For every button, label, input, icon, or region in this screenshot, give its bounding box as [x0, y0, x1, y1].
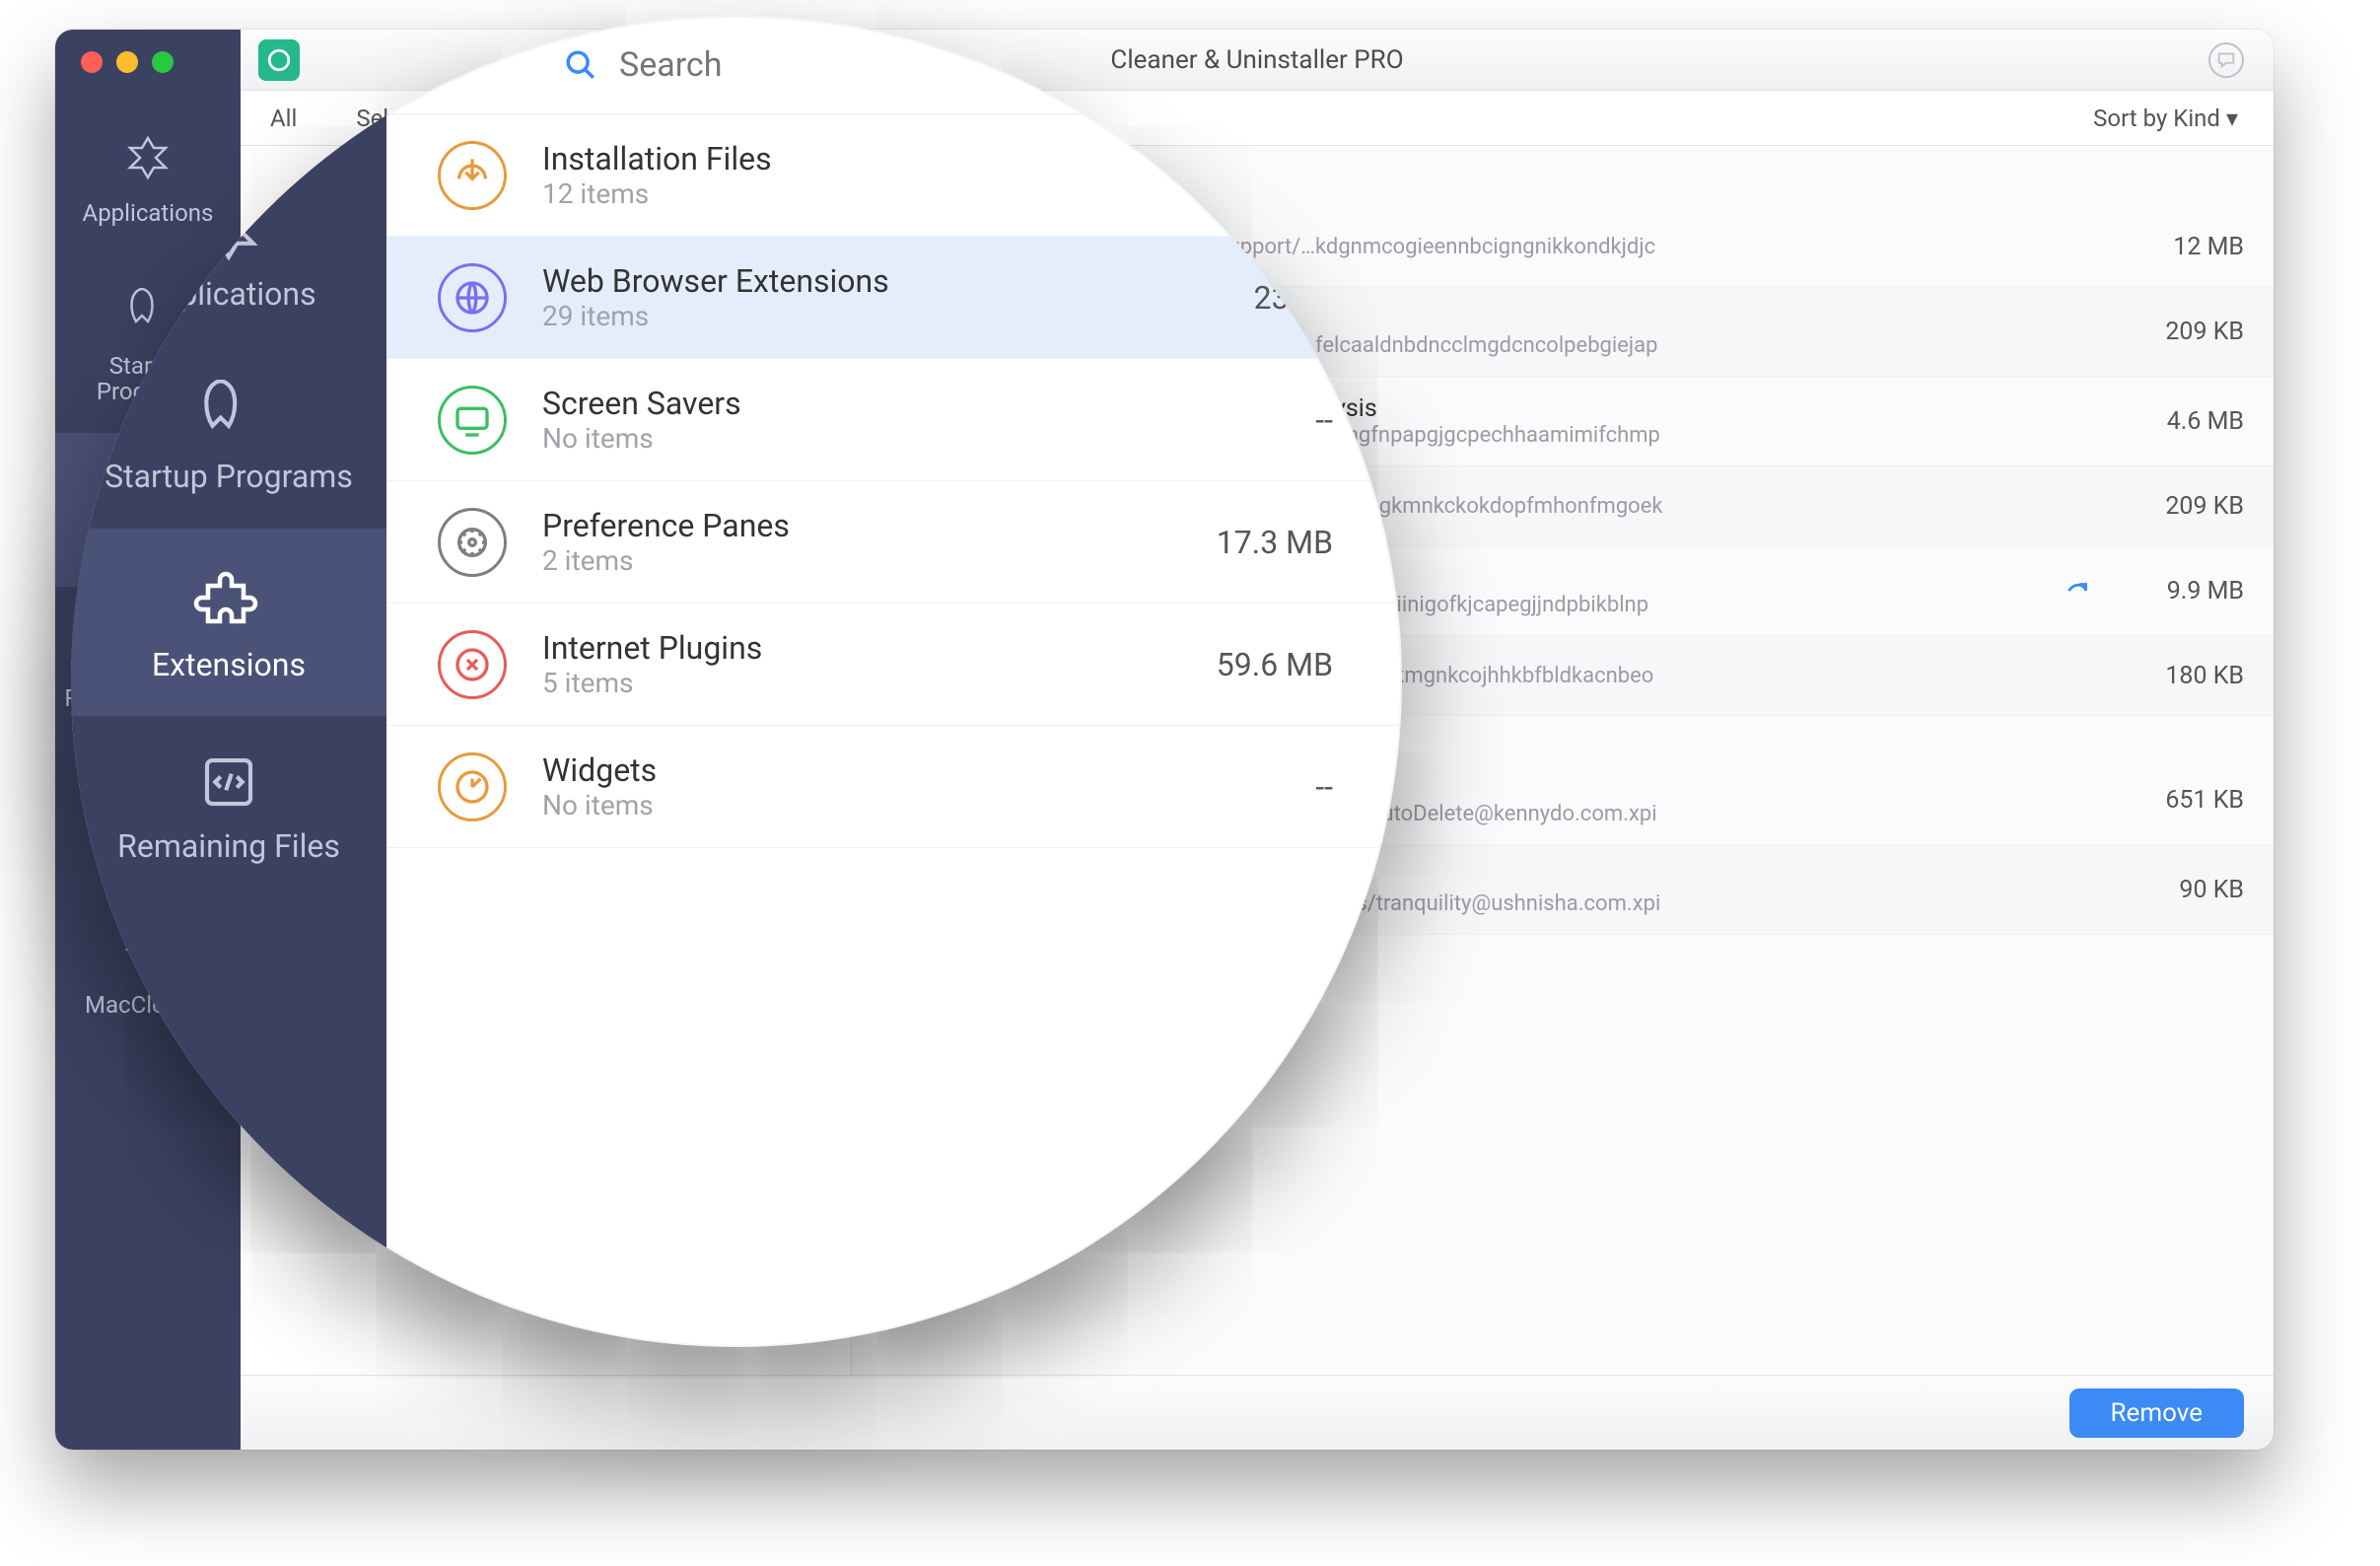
- extension-size: 209 KB: [2116, 492, 2244, 521]
- feedback-icon[interactable]: [2208, 42, 2244, 78]
- search-input[interactable]: [619, 45, 1014, 85]
- category-text: Installation Files 12 items: [542, 140, 1120, 210]
- magnifier-overlay: Applications Startup Programs Extensions…: [71, 16, 1402, 1347]
- sidebar-item-label: Applications: [141, 276, 315, 313]
- magnified-main: Installation Files 12 items Web Browser …: [386, 16, 1402, 1347]
- share-button[interactable]: [2061, 574, 2094, 607]
- category-text: Widgets No items: [542, 751, 1120, 821]
- category-list: Installation Files 12 items Web Browser …: [386, 114, 1402, 1347]
- footer-bar: Remove: [241, 1375, 2274, 1450]
- search-icon: [564, 48, 597, 82]
- category-row[interactable]: Web Browser Extensions 29 items 234.2: [386, 237, 1402, 359]
- chevron-down-icon: ▾: [2226, 105, 2238, 132]
- sidebar-item-startup[interactable]: Startup Programs: [71, 346, 386, 529]
- category-title: Internet Plugins: [542, 629, 1120, 667]
- category-title: Installation Files: [542, 140, 1120, 178]
- category-subtitle: 5 items: [542, 667, 1120, 699]
- category-icon: [438, 386, 507, 455]
- category-size: --: [1155, 401, 1333, 439]
- category-title: Preference Panes: [542, 507, 1120, 544]
- category-icon: [438, 630, 507, 699]
- category-title: Widgets: [542, 751, 1120, 789]
- extension-size: 90 KB: [2116, 876, 2244, 904]
- extension-size: 651 KB: [2116, 786, 2244, 815]
- sort-button[interactable]: Sort by Kind ▾: [2093, 105, 2274, 132]
- category-size: 17.3 MB: [1155, 524, 1333, 561]
- category-icon: [438, 752, 507, 821]
- category-title: Screen Savers: [542, 385, 1120, 422]
- category-size: 59.6 MB: [1155, 646, 1333, 683]
- category-size: 234.2: [1155, 279, 1333, 317]
- extension-size: 209 KB: [2116, 318, 2244, 346]
- extension-size: 12 MB: [2116, 233, 2244, 261]
- category-row[interactable]: Screen Savers No items --: [386, 359, 1402, 481]
- category-row[interactable]: Internet Plugins 5 items 59.6 MB: [386, 604, 1402, 726]
- sidebar-item-remaining[interactable]: Remaining Files: [71, 716, 386, 898]
- category-row[interactable]: Widgets No items --: [386, 726, 1402, 848]
- sidebar-item-label: Extensions: [152, 647, 306, 683]
- extension-size: 9.9 MB: [2116, 577, 2244, 605]
- remove-button[interactable]: Remove: [2069, 1388, 2244, 1438]
- category-subtitle: 29 items: [542, 300, 1120, 332]
- category-title: Web Browser Extensions: [542, 262, 1120, 300]
- category-row[interactable]: Installation Files 12 items: [386, 114, 1402, 237]
- category-text: Internet Plugins 5 items: [542, 629, 1120, 699]
- magnified-sidebar: Applications Startup Programs Extensions…: [71, 16, 386, 1347]
- category-row[interactable]: Preference Panes 2 items 17.3 MB: [386, 481, 1402, 604]
- search-bar: [386, 16, 1402, 114]
- category-text: Preference Panes 2 items: [542, 507, 1120, 577]
- category-icon: [438, 263, 507, 332]
- sidebar-item-extensions[interactable]: Extensions: [71, 529, 386, 717]
- category-icon: [438, 508, 507, 577]
- sidebar-item-label: Startup Programs: [105, 459, 353, 495]
- extension-size: 4.6 MB: [2116, 407, 2244, 436]
- sort-label: Sort by Kind: [2093, 105, 2220, 132]
- category-size: --: [1155, 768, 1333, 806]
- sidebar-item-applications[interactable]: Applications: [71, 164, 386, 346]
- category-subtitle: 12 items: [542, 178, 1120, 210]
- category-subtitle: No items: [542, 789, 1120, 821]
- category-text: Screen Savers No items: [542, 385, 1120, 455]
- category-subtitle: 2 items: [542, 544, 1120, 577]
- extension-size: 180 KB: [2116, 662, 2244, 690]
- sidebar-item-label: Remaining Files: [117, 828, 340, 865]
- category-subtitle: No items: [542, 422, 1120, 455]
- category-icon: [438, 141, 507, 210]
- category-text: Web Browser Extensions 29 items: [542, 262, 1120, 332]
